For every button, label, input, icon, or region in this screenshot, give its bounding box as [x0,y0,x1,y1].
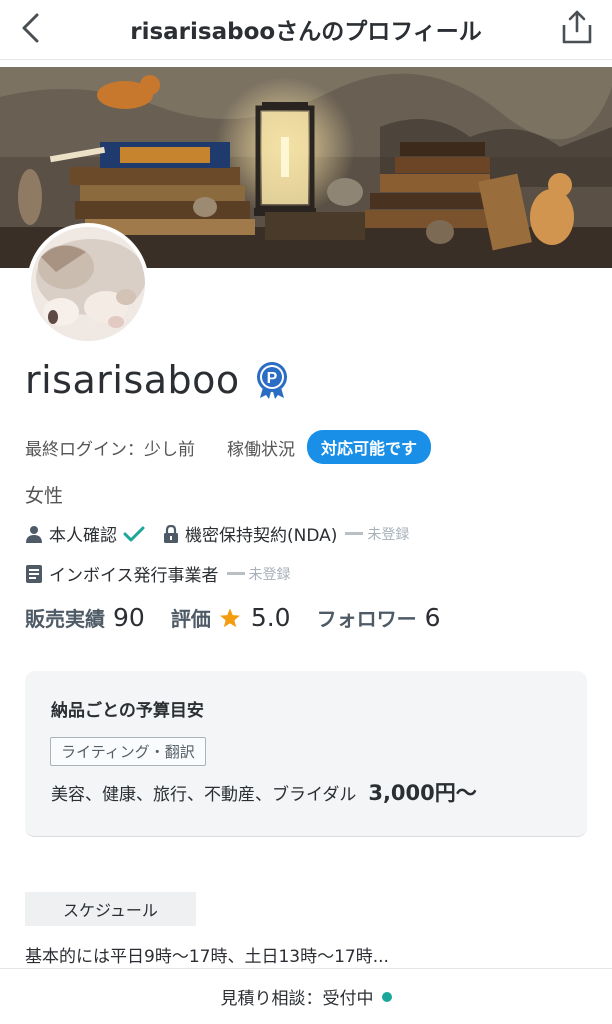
invoice-row: インボイス発行事業者 未登録 [25,561,291,586]
work-status-label: 稼働状況 [227,439,295,460]
page-title: risarisabooさんのプロフィール [130,19,482,45]
rating-value: 5.0 [250,603,291,632]
budget-card: 納品ごとの予算目安 ライティング・翻訳 美容、健康、旅行、不動産、ブライダル 3… [25,671,587,837]
nda-label: 機密保持契約(NDA) [185,526,338,546]
schedule-label: スケジュール [25,892,196,926]
avatar[interactable] [27,223,149,345]
nda-status-text: 未登録 [367,526,410,543]
invoice-status: 未登録 [226,564,291,584]
category-tag: ライティング・翻訳 [50,737,206,766]
budget-line: 美容、健康、旅行、不動産、ブライダル 3,000円〜 [51,777,477,807]
document-icon [26,564,42,583]
nda-verification: 機密保持契約(NDA) 未登録 [163,521,409,546]
person-icon [26,525,42,543]
lock-icon [164,524,178,543]
check-icon [123,526,145,541]
schedule-text: 基本的には平日9時〜17時、土日13時〜17時... [25,947,389,967]
sales-value: 90 [113,603,145,632]
nda-status: 未登録 [345,524,409,544]
chevron-left-icon [22,13,39,43]
dash-icon [226,572,245,575]
last-login: 最終ログイン：少し前 [25,439,195,460]
consult-footer[interactable]: 見積り相談：受付中 [0,968,612,1024]
followers-value: 6 [424,603,441,632]
share-icon [562,10,592,44]
top-nav-bar: risarisabooさんのプロフィール [0,0,612,60]
share-button[interactable] [554,4,600,50]
login-status-row: 最終ログイン：少し前 稼働状況 対応可能です [25,430,432,464]
p-award-badge-icon: P [256,362,287,399]
status-dot-icon [381,991,392,1002]
name-row: risarisaboo P [25,358,292,402]
budget-price: 3,000円〜 [368,781,477,805]
back-button[interactable] [8,6,52,50]
invoice-label: インボイス発行事業者 [49,566,219,586]
consult-status-text: 見積り相談：受付中 [220,989,374,1009]
svg-text:P: P [266,370,277,387]
stats-row: 販売実績 90 評価 5.0 フォロワー 6 [25,603,440,632]
followers-label[interactable]: フォロワー [317,603,417,632]
invoice-status-text: 未登録 [248,566,291,583]
identity-label: 本人確認 [49,526,117,546]
status-badge: 対応可能です [307,430,432,464]
user-name: risarisaboo [25,358,240,402]
budget-categories: 美容、健康、旅行、不動産、ブライダル [51,785,357,805]
identity-verification: 本人確認 [25,521,145,546]
star-icon [219,607,240,627]
gender: 女性 [25,485,64,507]
verification-row: 本人確認 機密保持契約(NDA) 未登録 [25,521,409,546]
dash-icon [345,532,364,535]
sales-label: 販売実績 [25,607,105,631]
budget-title: 納品ごとの予算目安 [51,701,204,721]
avatar-image [31,227,145,341]
rating-label[interactable]: 評価 [171,603,211,632]
